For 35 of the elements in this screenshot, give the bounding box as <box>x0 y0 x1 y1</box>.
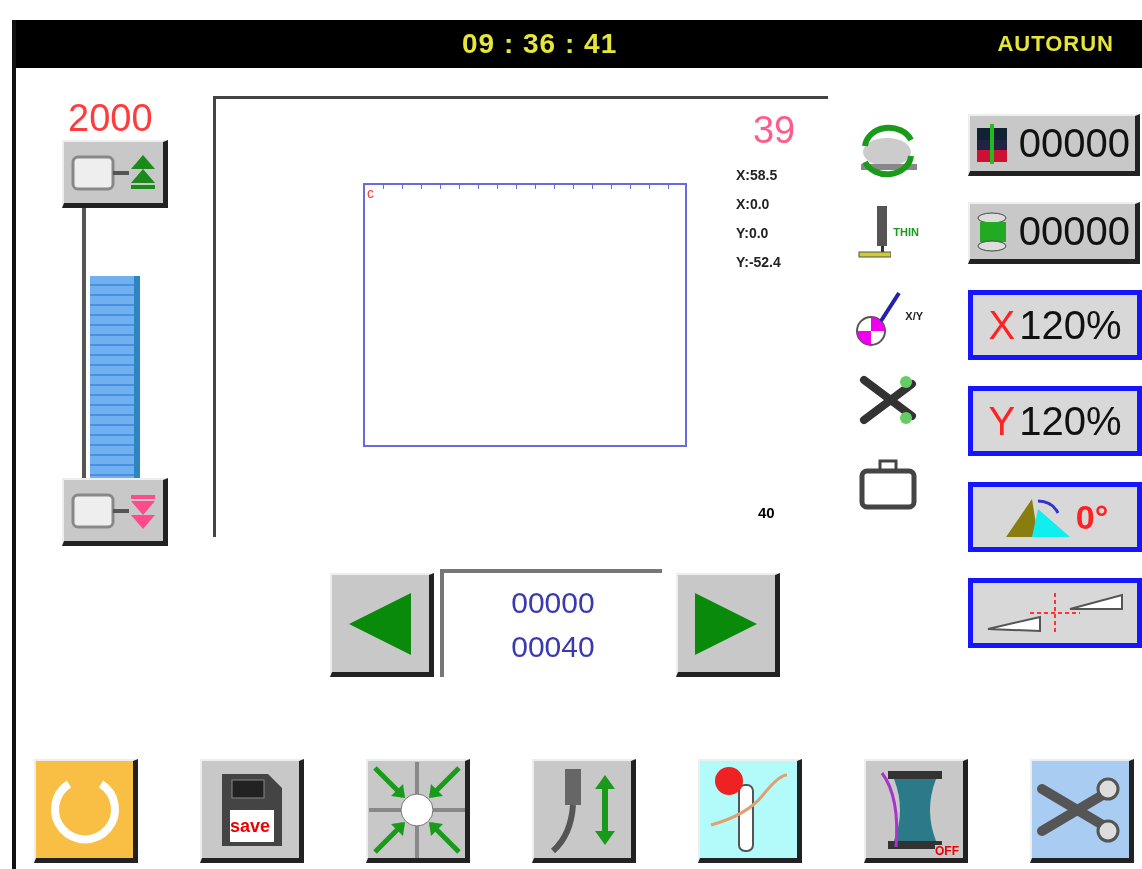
axis-label: X <box>988 302 1016 348</box>
piece-counter-button[interactable]: 00000 <box>968 114 1140 176</box>
y-scale-button[interactable]: Y120% <box>968 386 1142 456</box>
mirror-button[interactable] <box>968 578 1142 648</box>
needle-height-button[interactable] <box>532 759 636 863</box>
axis-label: Y <box>988 398 1016 444</box>
start-mark: c <box>366 185 374 201</box>
speed-value: 2000 <box>68 96 153 140</box>
coordinate-reading: X:58.5 <box>735 166 779 185</box>
bobbin-counter-button[interactable]: 00000 <box>968 202 1140 264</box>
coordinate-reading: Y:-52.4 <box>735 253 781 272</box>
run-mode: AUTORUN <box>997 31 1114 57</box>
clamp-frame-icon <box>858 457 919 511</box>
home-button[interactable] <box>366 759 470 863</box>
previous-stitch-button[interactable] <box>329 573 434 677</box>
bobbin-icon <box>974 211 1009 252</box>
origin-tool-button[interactable]: X/Y <box>853 284 924 348</box>
next-stitch-button[interactable] <box>675 573 780 677</box>
save-button[interactable]: save <box>200 759 304 863</box>
speed-up-button[interactable] <box>62 140 168 208</box>
stitch-count: 39 <box>752 109 796 152</box>
presser-tool-button[interactable]: THIN <box>857 200 919 264</box>
total-stitch: 00040 <box>511 630 595 664</box>
coordinate-reading: Y:0.0 <box>735 224 770 243</box>
x-scale-button[interactable]: X120% <box>968 290 1142 360</box>
center-arrows-icon <box>368 761 465 858</box>
ready-button[interactable] <box>34 759 138 863</box>
speed-down-button[interactable] <box>62 478 168 546</box>
trim-button[interactable] <box>1030 759 1134 863</box>
coordinate-reading: X:0.0 <box>735 195 771 214</box>
thread-button[interactable] <box>698 759 802 863</box>
current-stitch: 00000 <box>511 586 595 620</box>
fabric-stack-icon <box>974 123 1009 164</box>
total-stitches: 40 <box>757 504 775 521</box>
clock-time: 09 : 36 : 41 <box>462 28 618 60</box>
